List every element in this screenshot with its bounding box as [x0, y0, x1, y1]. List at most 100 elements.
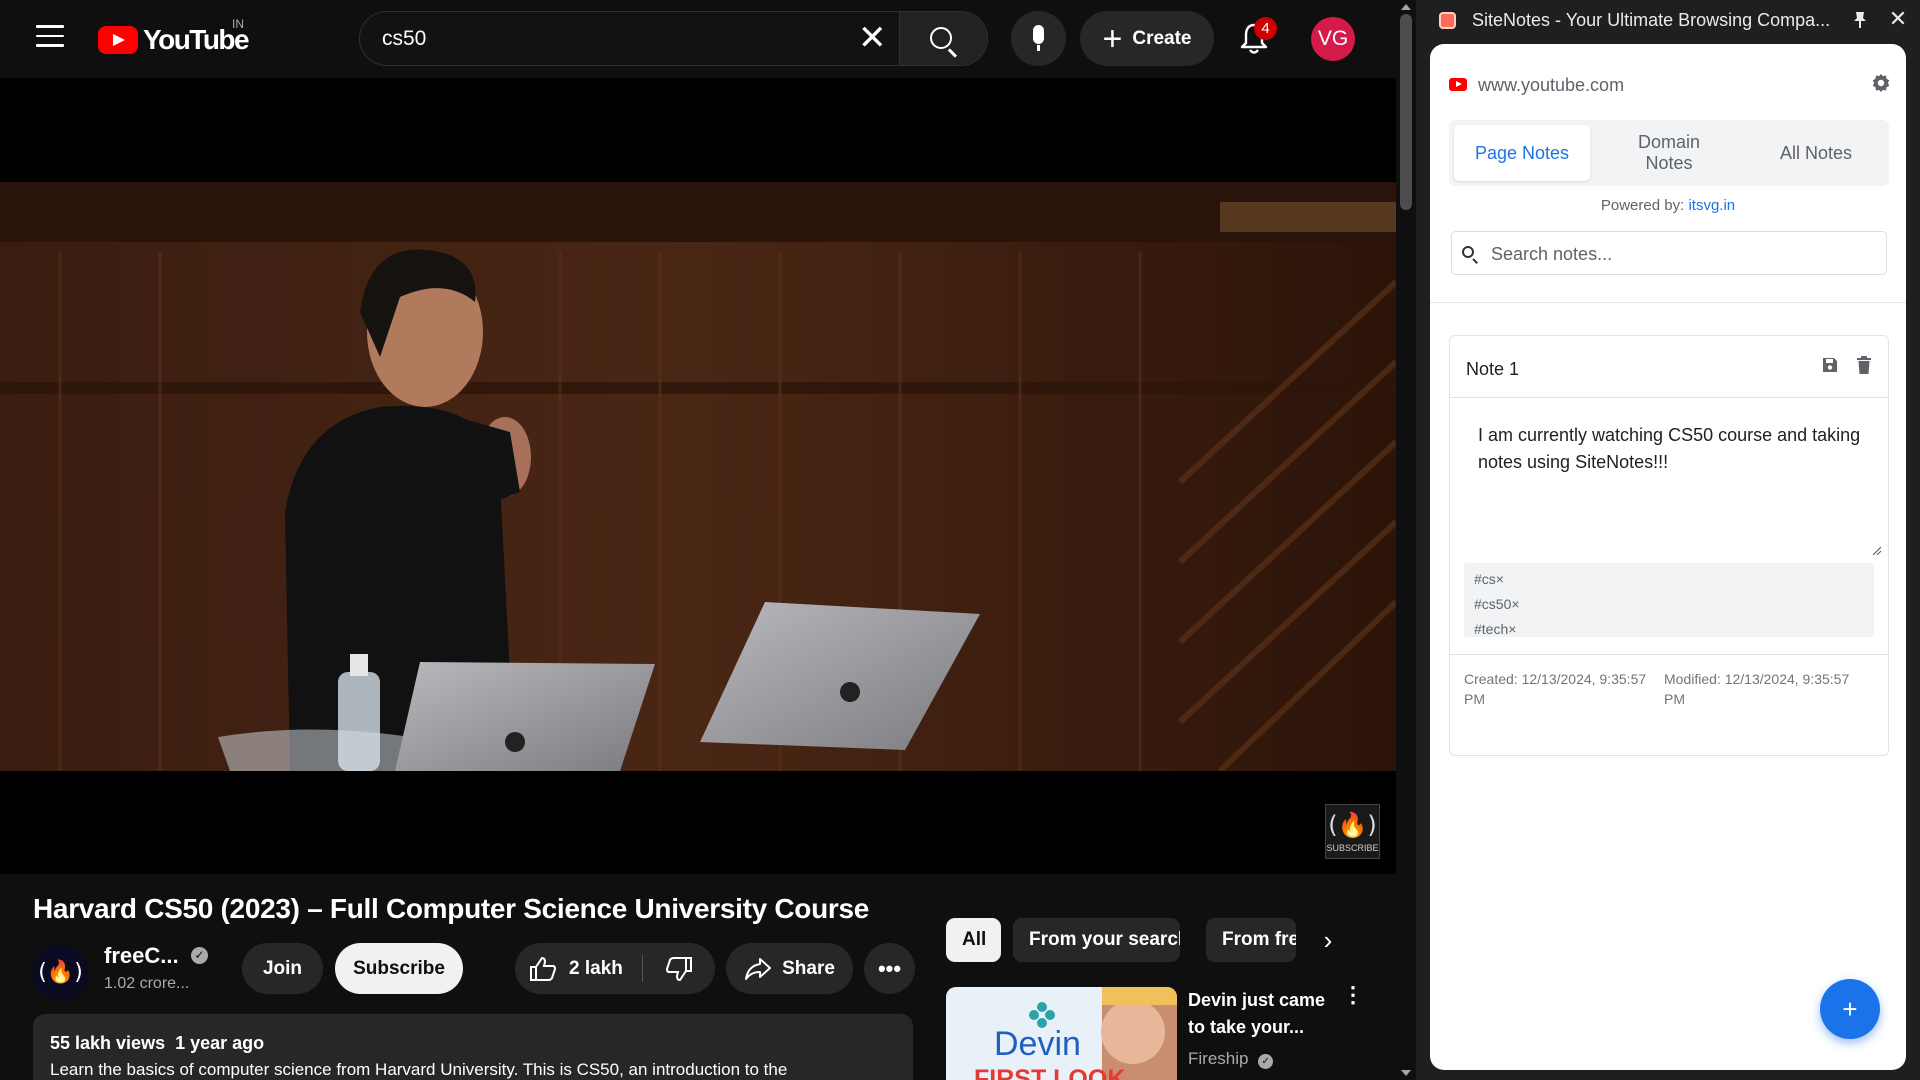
like-button[interactable]: 2 lakh — [515, 943, 643, 994]
recommended-channel-name: Fireship ✓ — [1188, 1049, 1274, 1069]
scrollbar-thumb[interactable] — [1400, 14, 1412, 210]
thumb-text-first-look: FIRST LOOK — [974, 1065, 1125, 1080]
note-header: Note 1 — [1450, 336, 1888, 398]
menu-icon[interactable] — [36, 25, 64, 49]
resize-handle-icon[interactable] — [1872, 546, 1882, 556]
recommended-video-title[interactable]: Devin just came to take your... — [1188, 987, 1338, 1041]
note-card: Note 1 I am currently watching CS50 cour… — [1449, 335, 1889, 756]
create-button[interactable]: + Create — [1080, 11, 1214, 66]
watermark-label: SUBSCRIBE — [1326, 843, 1379, 853]
current-domain: www.youtube.com — [1478, 75, 1625, 95]
search-icon — [1462, 246, 1474, 258]
scroll-down-arrow-icon[interactable] — [1401, 1070, 1411, 1076]
powered-by: Powered by: itsvg.in — [1430, 197, 1906, 214]
share-label: Share — [782, 957, 835, 979]
pin-icon[interactable] — [1850, 10, 1870, 30]
notes-search-input[interactable] — [1491, 241, 1871, 267]
sitenotes-favicon-icon — [1439, 12, 1456, 29]
voice-search-button[interactable] — [1011, 11, 1066, 66]
thumbs-up-icon — [530, 956, 557, 981]
add-note-button[interactable]: + — [1820, 979, 1880, 1039]
search-box: ✕ — [359, 11, 988, 66]
verified-check-icon: ✓ — [1258, 1054, 1274, 1069]
tab-all-notes[interactable]: All Notes — [1748, 125, 1884, 181]
thumb-text-devin: Devin — [994, 1025, 1081, 1063]
video-title: Harvard CS50 (2023) – Full Computer Scie… — [33, 893, 870, 924]
close-panel-icon[interactable]: ✕ — [1886, 7, 1910, 31]
upload-age: 1 year ago — [175, 1033, 265, 1053]
save-note-icon[interactable] — [1822, 357, 1838, 373]
share-arrow-icon — [745, 957, 772, 980]
tab-domain-notes[interactable]: Domain Notes — [1601, 125, 1737, 181]
youtube-header: YouTube IN ✕ + Create 4 — [0, 0, 1396, 78]
join-button[interactable]: Join — [242, 943, 323, 994]
thumbs-down-icon — [665, 956, 692, 981]
note-timestamps: Created: 12/13/2024, 9:35:57 PM Modified… — [1450, 654, 1888, 707]
subscribe-button[interactable]: Subscribe — [335, 943, 463, 994]
description-text: Learn the basics of computer science fro… — [50, 1060, 788, 1079]
chip-all[interactable]: All — [946, 918, 1001, 962]
share-button[interactable]: Share — [726, 943, 853, 994]
channel-name[interactable]: freeC... — [104, 943, 179, 969]
note-content-textarea[interactable]: I am currently watching CS50 course and … — [1466, 398, 1888, 554]
description-box[interactable]: 55 lakh views 1 year ago Learn the basic… — [33, 1014, 913, 1080]
description-meta: 55 lakh views 1 year ago — [50, 1033, 896, 1054]
remove-tag-icon[interactable]: × — [1496, 571, 1504, 587]
delete-note-icon[interactable] — [1856, 356, 1872, 374]
more-horizontal-icon: ••• — [877, 955, 902, 981]
channel-watermark-button[interactable]: (🔥) SUBSCRIBE — [1325, 804, 1380, 859]
note-title: Note 1 — [1466, 359, 1520, 379]
view-count: 55 lakh views — [50, 1033, 166, 1053]
plus-icon: + — [1102, 19, 1123, 58]
remove-tag-icon[interactable]: × — [1511, 596, 1519, 612]
chip-from-channel[interactable]: From freeCodeCamp — [1206, 918, 1296, 962]
tab-page-notes[interactable]: Page Notes — [1454, 125, 1590, 181]
microphone-icon — [1033, 25, 1044, 51]
chip-from-your-search[interactable]: From your search — [1013, 918, 1180, 962]
more-actions-button[interactable]: ••• — [864, 943, 915, 994]
youtube-play-icon — [98, 26, 138, 54]
freecodecamp-logo-icon: (🔥) — [1328, 811, 1377, 839]
note-tags: #cs× #cs50× #tech× — [1464, 563, 1874, 637]
channel-avatar[interactable]: (🔥) — [33, 945, 88, 1000]
note-tag: #tech× — [1474, 617, 1864, 642]
remove-tag-icon[interactable]: × — [1508, 621, 1516, 637]
domain-row: www.youtube.com — [1430, 44, 1906, 124]
notes-tabs: Page Notes Domain Notes All Notes — [1449, 120, 1889, 186]
account-avatar[interactable]: VG — [1311, 17, 1355, 61]
youtube-favicon-icon — [1449, 78, 1467, 91]
side-panel-header: SiteNotes - Your Ultimate Browsing Compa… — [1416, 0, 1920, 40]
sitenotes-content: www.youtube.com Page Notes Domain Notes … — [1430, 44, 1906, 1070]
chevron-right-icon[interactable]: › — [1313, 926, 1343, 956]
recommended-video-thumbnail[interactable]: Devin FIRST LOOK — [946, 987, 1177, 1080]
create-label: Create — [1132, 27, 1192, 49]
tab-domain-notes-label: Domain Notes — [1637, 132, 1701, 173]
search-button[interactable] — [899, 12, 987, 65]
note-tag: #cs50× — [1474, 592, 1864, 617]
note-tag: #cs× — [1474, 567, 1864, 592]
modified-timestamp: Modified: 12/13/2024, 9:35:57 PM — [1664, 671, 1850, 707]
dislike-button[interactable] — [643, 943, 715, 994]
tag-label: #tech — [1474, 621, 1509, 637]
settings-gear-icon[interactable] — [1870, 72, 1892, 94]
kebab-menu-icon[interactable]: ⋮ — [1342, 984, 1364, 1006]
thumbnail-image: Devin FIRST LOOK — [946, 987, 1177, 1080]
search-input[interactable] — [382, 23, 862, 55]
powered-by-link[interactable]: itsvg.in — [1688, 197, 1735, 214]
clear-search-icon[interactable]: ✕ — [858, 21, 887, 55]
powered-by-label: Powered by: — [1600, 197, 1685, 214]
youtube-logo[interactable]: YouTube IN — [98, 17, 250, 56]
tag-label: #cs50 — [1474, 596, 1512, 612]
youtube-page: YouTube IN ✕ + Create 4 — [0, 0, 1396, 1080]
page-scrollbar[interactable] — [1396, 0, 1416, 1080]
tag-label: #cs — [1474, 571, 1496, 587]
created-timestamp: Created: 12/13/2024, 9:35:57 PM — [1464, 671, 1647, 707]
recommended-channel-label: Fireship — [1188, 1049, 1249, 1068]
scroll-up-arrow-icon[interactable] — [1401, 4, 1411, 10]
divider — [1430, 302, 1906, 303]
notification-count-badge: 4 — [1254, 17, 1277, 40]
subscriber-count: 1.02 crore... — [104, 975, 190, 992]
search-icon — [930, 27, 952, 49]
like-count: 2 lakh — [569, 957, 623, 979]
video-frame-image — [0, 182, 1396, 771]
